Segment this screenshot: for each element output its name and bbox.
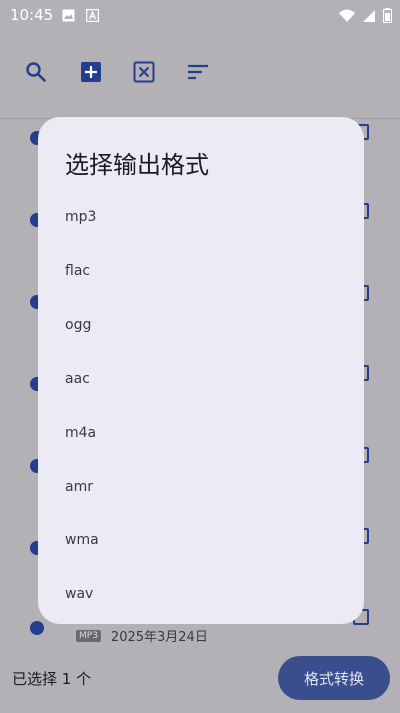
format-option-amr[interactable]: amr xyxy=(65,477,93,497)
search-button[interactable] xyxy=(24,60,48,84)
clear-button[interactable] xyxy=(132,60,156,84)
add-button[interactable] xyxy=(79,60,103,84)
format-option-flac[interactable]: flac xyxy=(65,261,90,281)
image-icon xyxy=(62,9,75,22)
format-option-mp3[interactable]: mp3 xyxy=(65,207,96,227)
clear-icon xyxy=(133,61,155,83)
status-bar: 10:45 xyxy=(0,0,400,32)
format-option-aac[interactable]: aac xyxy=(65,369,90,389)
status-time: 10:45 xyxy=(10,6,54,24)
sort-icon xyxy=(188,64,208,80)
toolbar xyxy=(0,52,400,92)
search-icon xyxy=(26,62,46,82)
format-option-wma[interactable]: wma xyxy=(65,530,99,550)
convert-format-button[interactable]: 格式转换 xyxy=(278,656,390,700)
format-option-ogg[interactable]: ogg xyxy=(65,315,91,335)
format-option-wav[interactable]: wav xyxy=(65,584,93,604)
list-item[interactable]: MP3 2025年3月24日 xyxy=(76,626,208,645)
selected-count: 已选择 1 个 xyxy=(12,670,92,688)
format-option-m4a[interactable]: m4a xyxy=(65,423,96,443)
wifi-icon xyxy=(339,9,355,22)
file-type-badge: MP3 xyxy=(76,629,101,642)
list-item-radio[interactable] xyxy=(30,621,44,635)
add-icon xyxy=(81,62,101,82)
dialog-title: 选择输出格式 xyxy=(65,151,209,179)
a-icon xyxy=(86,9,99,22)
battery-icon xyxy=(383,8,392,23)
signal-icon xyxy=(363,9,375,22)
format-dialog: 选择输出格式 mp3 flac ogg aac m4a amr wma wav xyxy=(38,117,364,624)
sort-button[interactable] xyxy=(186,60,210,84)
list-item-date: 2025年3月24日 xyxy=(110,630,208,645)
